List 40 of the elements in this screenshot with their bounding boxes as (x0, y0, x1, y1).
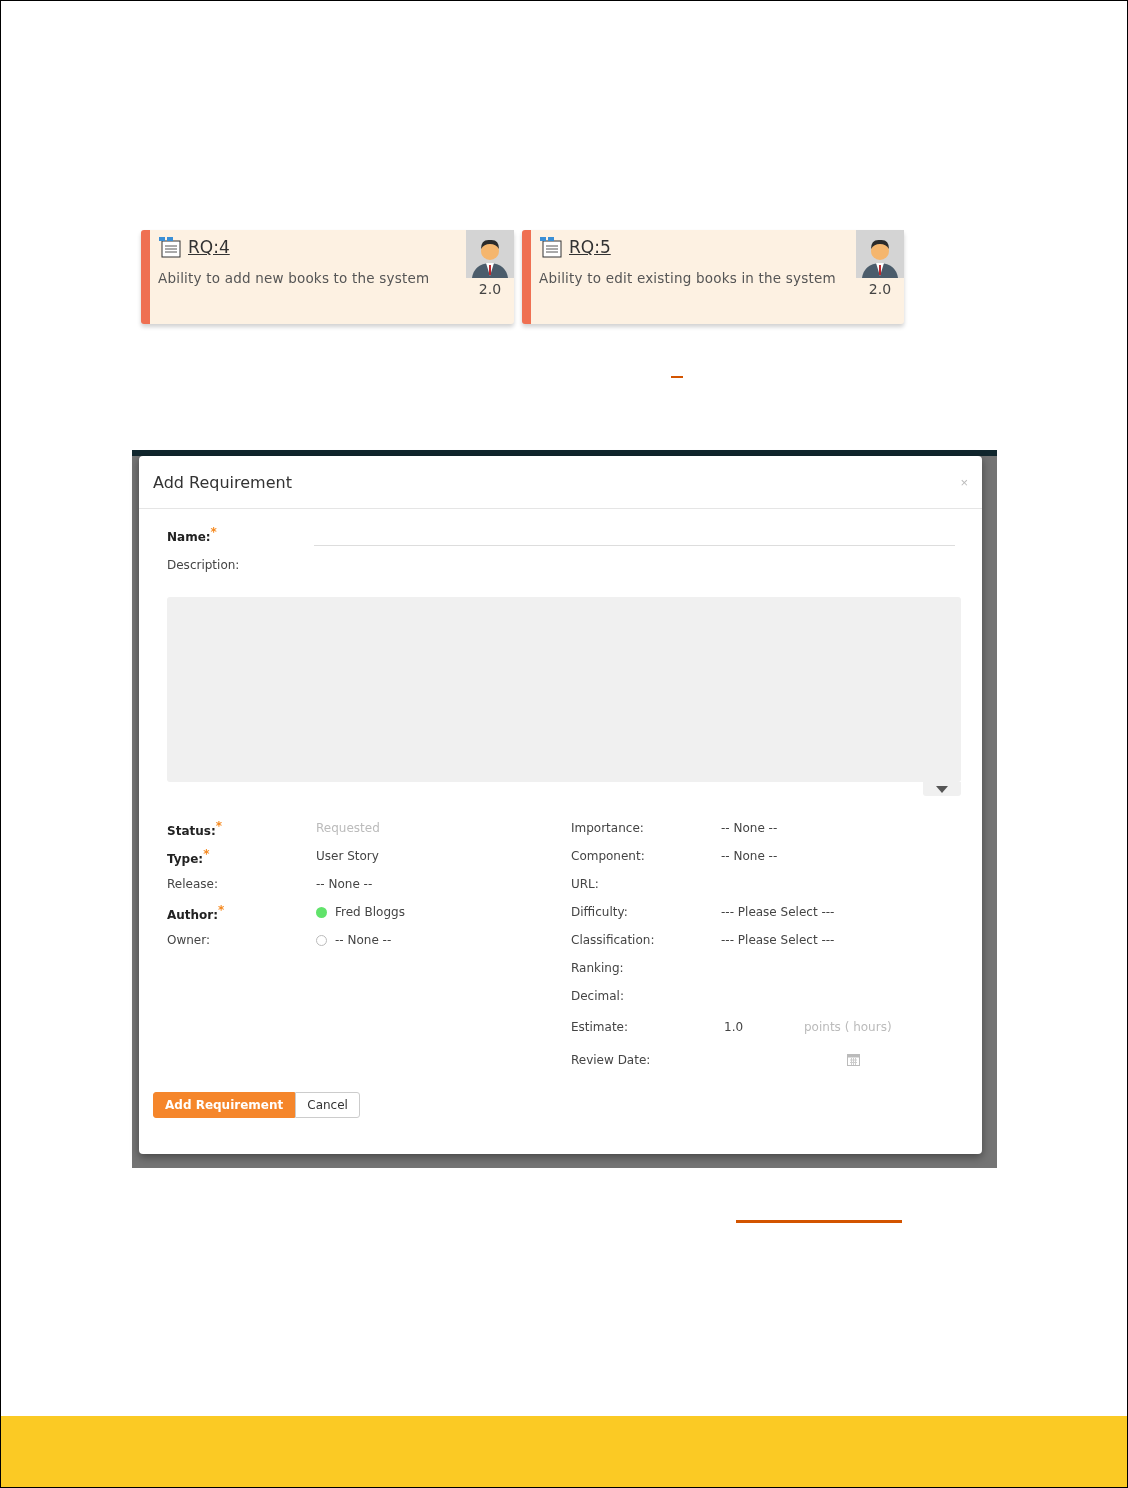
calendar-icon[interactable] (847, 1053, 860, 1066)
dropdown-value[interactable]: -- None -- (721, 849, 778, 863)
caret-icon (936, 785, 948, 793)
field-label: Decimal: (571, 989, 625, 1003)
field-label: Estimate: (571, 1019, 630, 1034)
estimate-value: 2.0 (478, 281, 502, 297)
field-label: Description: (167, 558, 241, 572)
requirement-link[interactable]: RQ:5 (569, 237, 611, 257)
requirement-description: Ability to add new books to the system (158, 269, 431, 288)
field-label: Release: (167, 877, 219, 891)
dialog-title: Add Requirement (153, 472, 292, 492)
requirement-description: Ability to edit existing books in the system (539, 269, 837, 288)
cancel-button[interactable]: Cancel (295, 1092, 360, 1118)
field-label: Ranking: (571, 961, 625, 975)
status-value: Requested (316, 821, 380, 835)
user-value[interactable]: Fred Bloggs (335, 905, 405, 919)
dropdown-value[interactable]: --- Please Select --- (721, 933, 835, 947)
field-label: URL: (571, 877, 600, 891)
field-label: Classification: (571, 933, 656, 947)
field-label: Component: (571, 849, 646, 863)
requirement-card[interactable]: RQ:5 Ability to edit existing books in the system 2.0 (522, 230, 904, 324)
field-label: Review Date: (571, 1052, 652, 1067)
requirement-card[interactable]: RQ:4 Ability to add new books to the system 2.0 (141, 230, 514, 324)
unit-label: points ( hours) (804, 1019, 892, 1034)
field-label: Difficulty: (571, 905, 629, 919)
dropdown-value[interactable]: -- None -- (721, 821, 778, 835)
estimate-field[interactable]: 1.0 (721, 1019, 804, 1034)
dropdown-value[interactable]: User Story (316, 849, 379, 863)
document-icon (158, 236, 182, 258)
expand-handle[interactable] (923, 782, 961, 796)
field-label: Importance: (571, 821, 645, 835)
field-label: Owner: (167, 933, 211, 947)
user-value[interactable]: -- None -- (335, 933, 392, 947)
person-avatar-icon (856, 230, 904, 278)
document-icon (539, 236, 563, 258)
person-avatar-icon (466, 230, 514, 278)
dropdown-value[interactable]: --- Please Select --- (721, 905, 835, 919)
requirement-link[interactable]: RQ:4 (188, 237, 230, 257)
dropdown-value[interactable]: -- None -- (316, 877, 373, 891)
estimate-value: 2.0 (868, 281, 892, 297)
